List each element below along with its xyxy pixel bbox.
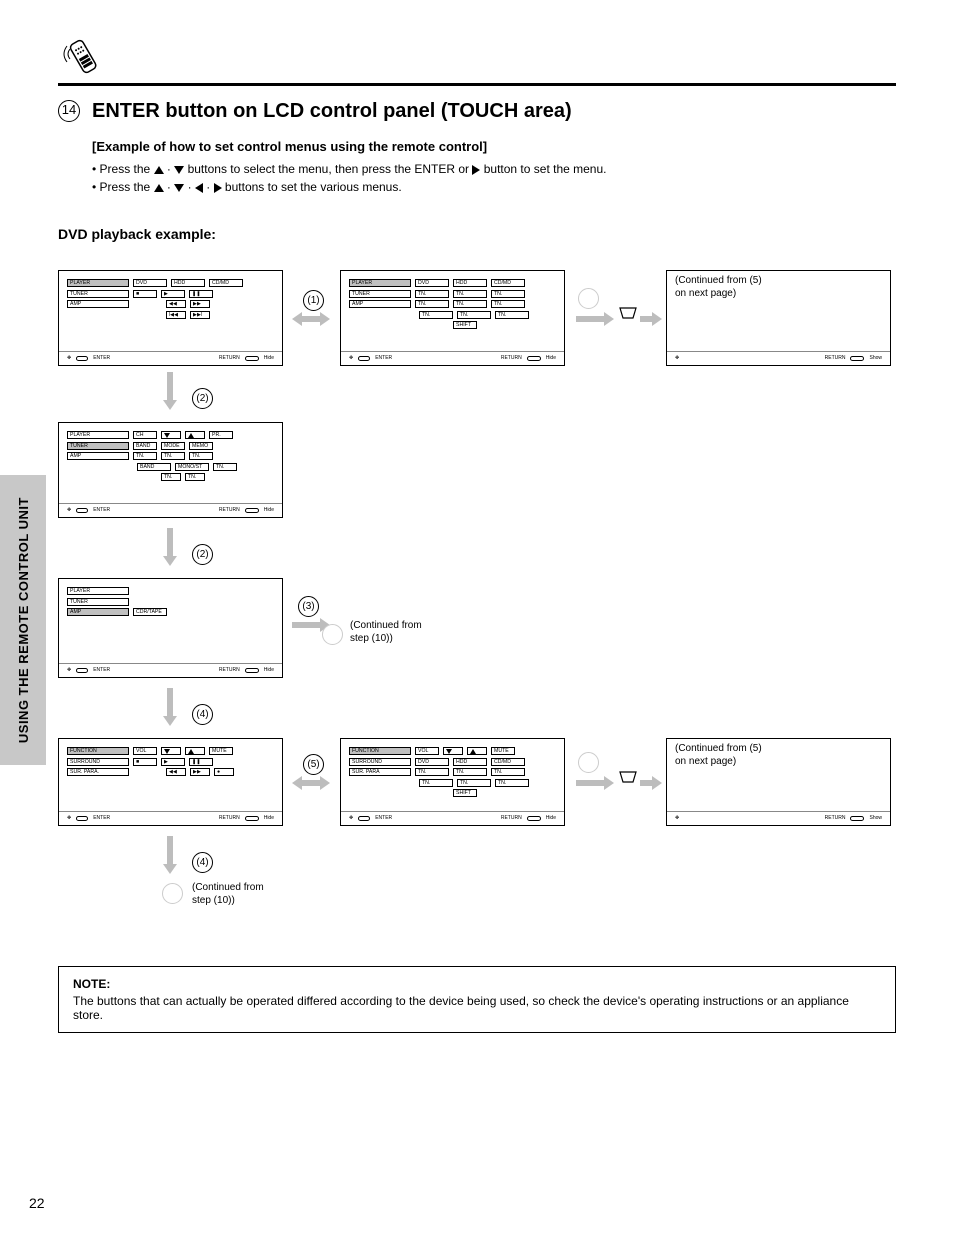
left-arrow-icon (195, 183, 203, 193)
note-body: The buttons that can actually be operate… (73, 994, 881, 1022)
sidebar-label: USING THE REMOTE CONTROL UNIT (16, 497, 31, 743)
section-title: ENTER button on LCD control panel (TOUCH… (92, 100, 896, 123)
step-circle-4: (4) (192, 704, 213, 725)
step-circle-2b: (2) (192, 544, 213, 565)
step-circle-5: (5) (303, 754, 324, 775)
down-arrow-icon (174, 166, 184, 174)
divider (58, 83, 896, 86)
note-box: NOTE: The buttons that can actually be o… (58, 966, 896, 1033)
down-arrow-icon (174, 184, 184, 192)
touch-icon (618, 770, 638, 787)
lcd-panel-amp: PLAYER TUNER AMPCDR/TAPE ✥ENTERRETURNHid… (58, 578, 283, 678)
step-circle-1: (1) (303, 290, 324, 311)
remote-icon (60, 32, 108, 83)
right-arrow-icon (472, 165, 480, 175)
note-title: NOTE: (73, 977, 881, 991)
step-circle-2: (2) (192, 388, 213, 409)
lcd-panel-dvd2: PLAYERDVDHDDCD/MD TUNERTN.TN.TN. AMPTN.T… (340, 270, 565, 366)
page-number: 22 (29, 1195, 45, 1211)
lcd-panel-blank2: (Continued from (5) on next page) ✥RETUR… (666, 738, 891, 826)
section-subtitle: [Example of how to set control menus usi… (92, 139, 896, 154)
step-number-badge: 14 (58, 100, 80, 122)
continuation-note: (Continued from step (10)) (192, 882, 264, 907)
example-label: DVD playback example: (58, 226, 896, 242)
body-text: • Press the · buttons to select the menu… (92, 160, 896, 196)
continuation-note: (Continued from step (10)) (350, 620, 422, 645)
lcd-panel-func2: FUNCTIONVOLMUTE SURROUNDDVDHDDCD/MD SUR.… (340, 738, 565, 826)
step-circle-3: (3) (298, 596, 319, 617)
lcd-panel-dvd1: PLAYERDVDHDDCD/MD TUNER■▶❚❚ AMP◀◀▶▶ l◀◀▶… (58, 270, 283, 366)
circle-blank (578, 752, 599, 773)
lcd-panel-blank1: (Continued from (5) on next page) ✥RETUR… (666, 270, 891, 366)
up-arrow-icon (154, 166, 164, 174)
touch-icon (618, 306, 638, 323)
lcd-panel-func: FUNCTIONVOLMUTE SURROUND■▶❚❚ SUR. PARA.◀… (58, 738, 283, 826)
sidebar-tab: USING THE REMOTE CONTROL UNIT (0, 475, 46, 765)
circle-blank (578, 288, 599, 309)
right-arrow-icon (214, 183, 222, 193)
circle-blank (162, 883, 183, 904)
up-arrow-icon (154, 184, 164, 192)
step-circle-4b: (4) (192, 852, 213, 873)
lcd-panel-tuner: PLAYERCHPR. TUNERBANDMODEMEMO AMPTN.TN.T… (58, 422, 283, 518)
circle-blank (322, 624, 343, 645)
